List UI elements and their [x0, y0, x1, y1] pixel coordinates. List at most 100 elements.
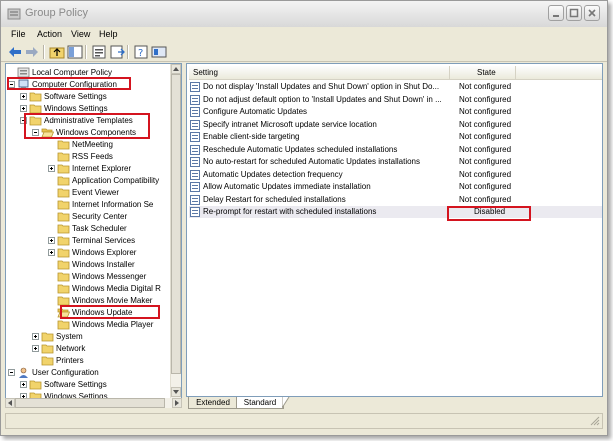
- expand-icon[interactable]: [20, 381, 27, 388]
- tree-item[interactable]: System: [6, 331, 171, 343]
- scroll-thumb[interactable]: [171, 74, 181, 374]
- settings-row[interactable]: Configure Automatic Updates Not configure…: [189, 106, 602, 118]
- expand-icon[interactable]: [48, 249, 55, 256]
- tree-item[interactable]: Security Center: [6, 211, 171, 223]
- tab-extended[interactable]: Extended: [188, 397, 238, 409]
- settings-row[interactable]: Do not display 'Install Updates and Shut…: [189, 81, 602, 93]
- tree-item[interactable]: NetMeeting: [6, 139, 171, 151]
- scroll-right-arrow[interactable]: [172, 398, 182, 408]
- menu-view[interactable]: View: [71, 29, 90, 39]
- tree-item[interactable]: Task Scheduler: [6, 223, 171, 235]
- tree-item[interactable]: Event Viewer: [6, 187, 171, 199]
- policy-setting-icon: [190, 94, 200, 105]
- maximize-button[interactable]: [566, 5, 582, 21]
- scroll-thumb[interactable]: [15, 398, 165, 408]
- title-bar[interactable]: Group Policy: [1, 1, 607, 28]
- tree-item[interactable]: Internet Explorer: [6, 163, 171, 175]
- settings-row[interactable]: Re-prompt for restart with scheduled ins…: [189, 206, 602, 218]
- tree-item[interactable]: Windows Media Player: [6, 319, 171, 331]
- tree-item[interactable]: Terminal Services: [6, 235, 171, 247]
- maximize-icon: [569, 8, 579, 18]
- tree-item[interactable]: Windows Installer: [6, 259, 171, 271]
- tree-item[interactable]: Printers: [6, 355, 171, 367]
- setting-name: Do not adjust default option to 'Install…: [203, 94, 442, 104]
- settings-pane[interactable]: Setting State Do not display 'Install Up…: [186, 63, 603, 397]
- menu-help[interactable]: Help: [99, 29, 118, 39]
- resize-grip-icon[interactable]: [590, 416, 600, 426]
- tree-item[interactable]: Internet Information Se: [6, 199, 171, 211]
- settings-row[interactable]: Delay Restart for scheduled installation…: [189, 194, 602, 206]
- policy-setting-icon: [190, 194, 200, 205]
- policy-setting-icon: [190, 169, 200, 180]
- folder-icon: [57, 259, 70, 270]
- settings-row[interactable]: Enable client-side targeting Not configur…: [189, 131, 602, 143]
- tree-item[interactable]: Application Compatibility: [6, 175, 171, 187]
- policy-setting-icon: [190, 132, 200, 142]
- settings-row[interactable]: Specify intranet Microsoft update servic…: [189, 119, 602, 131]
- expand-icon[interactable]: [48, 237, 55, 244]
- tree-item[interactable]: Network: [6, 343, 171, 355]
- tree-item[interactable]: Windows Explorer: [6, 247, 171, 259]
- setting-name: Delay Restart for scheduled installation…: [203, 194, 346, 204]
- tab-standard[interactable]: Standard: [236, 397, 284, 409]
- console-icon[interactable]: [151, 44, 167, 60]
- tree-item-label: Windows Media Digital R: [72, 284, 161, 293]
- column-state[interactable]: State: [449, 66, 515, 80]
- window-title: Group Policy: [25, 7, 88, 19]
- scroll-up-arrow[interactable]: [171, 64, 181, 74]
- tree-vertical-scrollbar[interactable]: [170, 64, 181, 407]
- folder-icon: [29, 379, 42, 390]
- collapse-icon[interactable]: [8, 369, 15, 376]
- close-icon: [588, 9, 596, 17]
- chevron-right-icon: [175, 400, 179, 406]
- help-icon[interactable]: ?: [133, 44, 149, 60]
- tree-item-label: System: [56, 332, 83, 341]
- tree-item[interactable]: Windows Media Digital R: [6, 283, 171, 295]
- tree-horizontal-scrollbar[interactable]: [5, 398, 182, 408]
- folder-icon: [57, 247, 70, 258]
- minimize-button[interactable]: [548, 5, 564, 21]
- up-folder-icon[interactable]: [49, 44, 65, 60]
- user-icon: [17, 367, 30, 378]
- setting-name: Configure Automatic Updates: [203, 107, 308, 116]
- setting-state: Not configured: [459, 82, 512, 91]
- tree-item[interactable]: Software Settings: [6, 91, 171, 103]
- column-setting[interactable]: Setting: [189, 66, 449, 80]
- show-hide-tree-icon[interactable]: [67, 44, 83, 60]
- chevron-left-icon: [8, 400, 12, 406]
- forward-arrow-icon[interactable]: [24, 44, 40, 60]
- settings-row[interactable]: Automatic Updates detection frequency Not…: [189, 169, 602, 181]
- expand-icon[interactable]: [20, 93, 27, 100]
- folder-icon: [41, 355, 54, 366]
- expand-icon[interactable]: [48, 165, 55, 172]
- folder-icon: [57, 283, 70, 294]
- tree-item-label: Windows Media Player: [72, 320, 154, 329]
- policy-setting-icon: [190, 157, 200, 167]
- view-tabs: Extended Standard: [186, 397, 603, 409]
- tree-item[interactable]: RSS Feeds: [6, 151, 171, 163]
- settings-row[interactable]: No auto-restart for scheduled Automatic …: [189, 156, 602, 168]
- tree-item[interactable]: Windows Messenger: [6, 271, 171, 283]
- tree-item-label: Internet Information Se: [72, 200, 154, 209]
- properties-icon[interactable]: [91, 44, 107, 60]
- export-list-icon[interactable]: [109, 44, 125, 60]
- back-arrow-icon[interactable]: [7, 44, 23, 60]
- menu-action[interactable]: Action: [37, 29, 62, 39]
- highlight-windows-update: [60, 305, 160, 319]
- policy-setting-icon: [190, 182, 200, 192]
- expand-icon[interactable]: [32, 333, 39, 340]
- expand-icon[interactable]: [32, 345, 39, 352]
- expand-icon[interactable]: [20, 105, 27, 112]
- settings-row[interactable]: Do not adjust default option to 'Install…: [189, 94, 602, 106]
- settings-row[interactable]: Reschedule Automatic Updates scheduled i…: [189, 144, 602, 156]
- scroll-down-arrow[interactable]: [171, 387, 181, 397]
- setting-name: Allow Automatic Updates immediate instal…: [203, 182, 371, 191]
- tree-item[interactable]: Software Settings: [6, 379, 171, 391]
- setting-state: Not configured: [459, 132, 512, 141]
- scroll-left-arrow[interactable]: [5, 398, 15, 408]
- settings-row[interactable]: Allow Automatic Updates immediate instal…: [189, 181, 602, 193]
- tree-item-label: User Configuration: [32, 368, 99, 377]
- close-button[interactable]: [584, 5, 600, 21]
- tree-item[interactable]: User Configuration: [6, 367, 171, 379]
- menu-file[interactable]: File: [11, 29, 26, 39]
